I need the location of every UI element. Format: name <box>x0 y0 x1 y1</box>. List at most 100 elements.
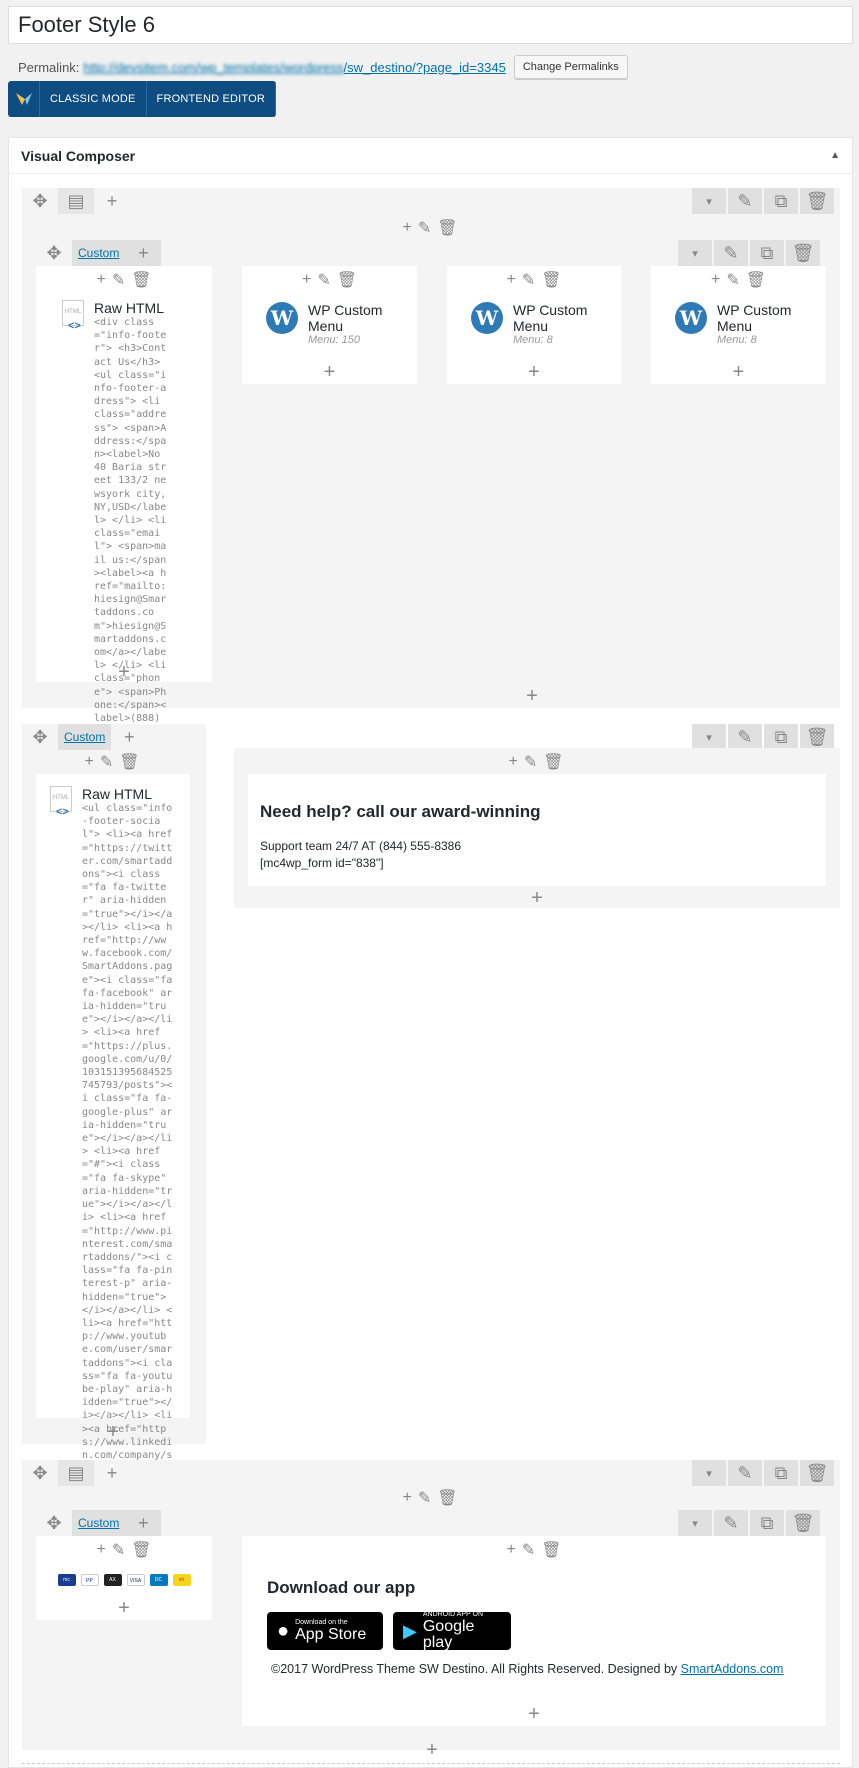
tab-custom[interactable]: Custom <box>72 240 126 266</box>
trash-icon[interactable]: 🗑 <box>786 1510 820 1536</box>
move-icon[interactable]: ✥ <box>36 1510 72 1536</box>
help-text-column[interactable]: Need help? call our award-winning Suppor… <box>248 774 826 886</box>
app-column[interactable]: + ✎ 🗑 Download our app ● Download on the Ap… <box>242 1536 826 1726</box>
pencil-icon[interactable]: ✎ <box>100 752 113 772</box>
plus-icon[interactable]: + <box>420 1740 444 1760</box>
caret-down-icon[interactable]: ▾ <box>678 1510 712 1536</box>
tab-custom[interactable]: Custom <box>72 1510 126 1536</box>
clone-icon[interactable]: ⧉ <box>750 1510 784 1536</box>
move-icon[interactable]: ✥ <box>22 188 58 214</box>
move-icon[interactable]: ✥ <box>22 1460 58 1486</box>
pencil-icon[interactable]: ✎ <box>522 270 535 290</box>
plus-icon[interactable]: + <box>125 240 162 266</box>
clone-icon[interactable]: ⧉ <box>764 724 798 750</box>
plus-icon[interactable]: + <box>242 1704 826 1724</box>
text-block-element[interactable]: Need help? call our award-winning Suppor… <box>248 774 826 872</box>
trash-icon[interactable]: 🗑 <box>437 1488 457 1508</box>
move-icon[interactable]: ✥ <box>22 724 58 750</box>
pencil-icon[interactable]: ✎ <box>726 270 739 290</box>
plus-icon[interactable]: + <box>111 724 147 750</box>
change-permalinks-button[interactable]: Change Permalinks <box>513 55 628 79</box>
move-icon[interactable]: ✥ <box>36 240 72 266</box>
menu-column-2[interactable]: + ✎ 🗑 W WP Custom Menu Menu: 8 + <box>447 266 621 384</box>
layout-icon[interactable]: ▤ <box>58 1460 94 1486</box>
caret-down-icon[interactable]: ▾ <box>692 188 726 214</box>
pencil-icon[interactable]: ✎ <box>418 218 431 238</box>
trash-icon[interactable]: 🗑 <box>337 270 357 290</box>
pencil-icon[interactable]: ✎ <box>317 270 330 290</box>
pencil-icon[interactable]: ✎ <box>714 240 748 266</box>
trash-icon[interactable]: 🗑 <box>131 1540 151 1560</box>
plus-icon[interactable]: + <box>711 271 720 289</box>
wp-custom-menu-element[interactable]: W WP Custom Menu Menu: 150 <box>242 290 417 346</box>
plus-icon[interactable]: + <box>36 662 212 682</box>
menu-column-3[interactable]: + ✎ 🗑 W WP Custom Menu Menu: 8 + <box>651 266 826 384</box>
pencil-icon[interactable]: ✎ <box>112 270 125 290</box>
pencil-icon[interactable]: ✎ <box>728 1460 762 1486</box>
caret-up-icon[interactable]: ▲ <box>830 150 840 161</box>
trash-icon[interactable]: 🗑 <box>543 752 563 772</box>
classic-mode-button[interactable]: CLASSIC MODE <box>40 81 147 117</box>
plus-icon[interactable]: + <box>242 362 417 382</box>
plus-icon[interactable]: + <box>96 1541 105 1559</box>
plus-icon[interactable]: + <box>84 753 93 771</box>
pencil-icon[interactable]: ✎ <box>522 1540 535 1560</box>
plus-icon[interactable]: + <box>94 188 130 214</box>
vc-logo-icon[interactable] <box>8 81 40 117</box>
post-title-input[interactable] <box>8 6 853 44</box>
plus-icon[interactable]: + <box>447 362 621 382</box>
pencil-icon[interactable]: ✎ <box>714 1510 748 1536</box>
plus-icon[interactable]: + <box>506 271 515 289</box>
permalink-link[interactable]: http://devsitem.com/wp_templates/wordpre… <box>83 60 505 75</box>
trash-icon[interactable]: 🗑 <box>800 188 834 214</box>
plus-icon[interactable]: + <box>525 888 549 908</box>
plus-icon[interactable]: + <box>402 219 411 237</box>
plus-icon[interactable]: + <box>36 1598 212 1618</box>
pencil-icon[interactable]: ✎ <box>418 1488 431 1508</box>
social-raw-html-column[interactable]: HTML <> Raw HTML <ul class="info-footer-s… <box>36 774 190 1540</box>
trash-icon[interactable]: 🗑 <box>786 240 820 266</box>
plus-icon[interactable]: + <box>94 1460 130 1486</box>
plus-icon[interactable]: + <box>101 1422 125 1442</box>
wp-custom-menu-element[interactable]: W WP Custom Menu Menu: 8 <box>651 290 826 346</box>
clone-icon[interactable]: ⧉ <box>764 188 798 214</box>
plus-icon[interactable]: + <box>402 1489 411 1507</box>
plus-icon[interactable]: + <box>651 362 826 382</box>
plus-icon[interactable]: + <box>302 271 311 289</box>
trash-icon[interactable]: 🗑 <box>131 270 151 290</box>
plus-icon[interactable]: + <box>506 1541 515 1559</box>
clone-icon[interactable]: ⧉ <box>750 240 784 266</box>
plus-icon[interactable]: + <box>520 686 544 706</box>
pencil-icon[interactable]: ✎ <box>728 188 762 214</box>
payments-column[interactable]: + ✎ 🗑 mc PP AX VISA DC eb + <box>36 1536 212 1620</box>
clone-icon[interactable]: ⧉ <box>764 1460 798 1486</box>
pencil-icon[interactable]: ✎ <box>728 724 762 750</box>
caret-down-icon[interactable]: ▾ <box>678 240 712 266</box>
copyright-link[interactable]: SmartAddons.com <box>681 1662 784 1676</box>
trash-icon[interactable]: 🗑 <box>800 1460 834 1486</box>
pencil-icon[interactable]: ✎ <box>112 1540 125 1560</box>
wp-custom-menu-element[interactable]: W WP Custom Menu Menu: 8 <box>447 290 621 346</box>
trash-icon[interactable]: 🗑 <box>800 724 834 750</box>
app-store-badge[interactable]: ● Download on the App Store <box>267 1612 383 1650</box>
plus-icon[interactable]: + <box>508 753 517 771</box>
trash-icon[interactable]: 🗑 <box>541 270 561 290</box>
trash-icon[interactable]: 🗑 <box>541 1540 561 1560</box>
menu-column-1[interactable]: + ✎ 🗑 W WP Custom Menu Menu: 150 + <box>242 266 417 384</box>
trash-icon[interactable]: 🗑 <box>746 270 766 290</box>
raw-html-column[interactable]: + ✎ 🗑 HTML <> Raw HTML <div class="info-foo… <box>36 266 212 764</box>
layout-icon[interactable]: ▤ <box>58 188 94 214</box>
app-text-block[interactable]: Download our app ● Download on the App St… <box>242 1560 826 1676</box>
visual-composer-header[interactable]: Visual Composer ▲ <box>9 138 852 174</box>
trash-icon[interactable]: 🗑 <box>437 218 457 238</box>
caret-down-icon[interactable]: ▾ <box>692 1460 726 1486</box>
caret-down-icon[interactable]: ▾ <box>692 724 726 750</box>
tab-custom[interactable]: Custom <box>58 724 112 750</box>
pencil-icon[interactable]: ✎ <box>524 752 537 772</box>
plus-icon[interactable]: + <box>96 271 105 289</box>
frontend-editor-button[interactable]: FRONTEND EDITOR <box>147 81 277 117</box>
google-play-badge[interactable]: ▶ ANDROID APP ON Google play <box>393 1611 511 1651</box>
raw-html-element[interactable]: HTML <> Raw HTML <div class="info-footer"… <box>36 290 212 765</box>
plus-icon[interactable]: + <box>125 1510 162 1536</box>
trash-icon[interactable]: 🗑 <box>119 752 139 772</box>
